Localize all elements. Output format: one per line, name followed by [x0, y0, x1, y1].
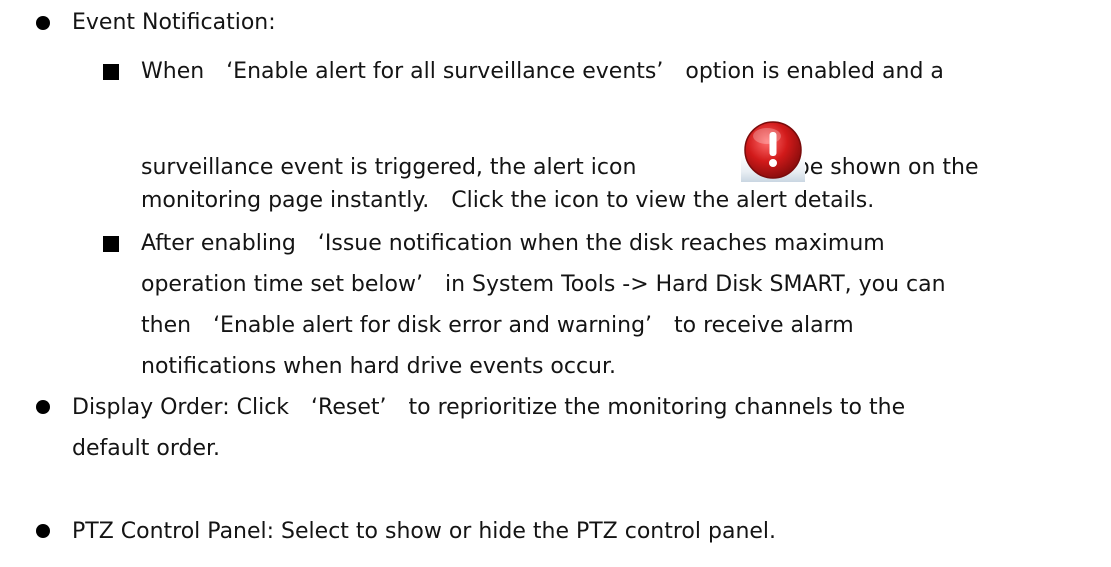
sub-item-2-line-1: After enabling ‘Issue notification when t… [141, 231, 885, 256]
sub-item-1-line-2: surveillance event is triggered, the ale… [141, 155, 979, 180]
bullet-dot-icon [36, 400, 50, 414]
display-order-line-2: default order. [72, 436, 221, 461]
alert-icon [741, 121, 805, 182]
display-order-line-1: Display Order: Click ‘Reset’ to reprioriti… [72, 395, 906, 420]
sub-item-2-line-2: operation time set below’ in System Tools… [141, 272, 946, 297]
sub-item-1-line-1: When ‘Enable alert for all surveillance e… [141, 59, 944, 84]
bullet-square-icon [103, 236, 119, 252]
event-notification-heading: Event Notification: [72, 10, 276, 35]
sub-item-1-line-3: monitoring page instantly. Click the icon… [141, 188, 875, 213]
bullet-dot-icon [36, 524, 50, 538]
sub-item-2-line-4: notifications when hard drive events occ… [141, 354, 617, 379]
bullet-square-icon [103, 64, 119, 80]
bullet-dot-icon [36, 16, 50, 30]
ptz-control-panel-line: PTZ Control Panel: Select to show or hid… [72, 519, 777, 544]
sub-item-2-line-3: then ‘Enable alert for disk error and war… [141, 313, 854, 338]
